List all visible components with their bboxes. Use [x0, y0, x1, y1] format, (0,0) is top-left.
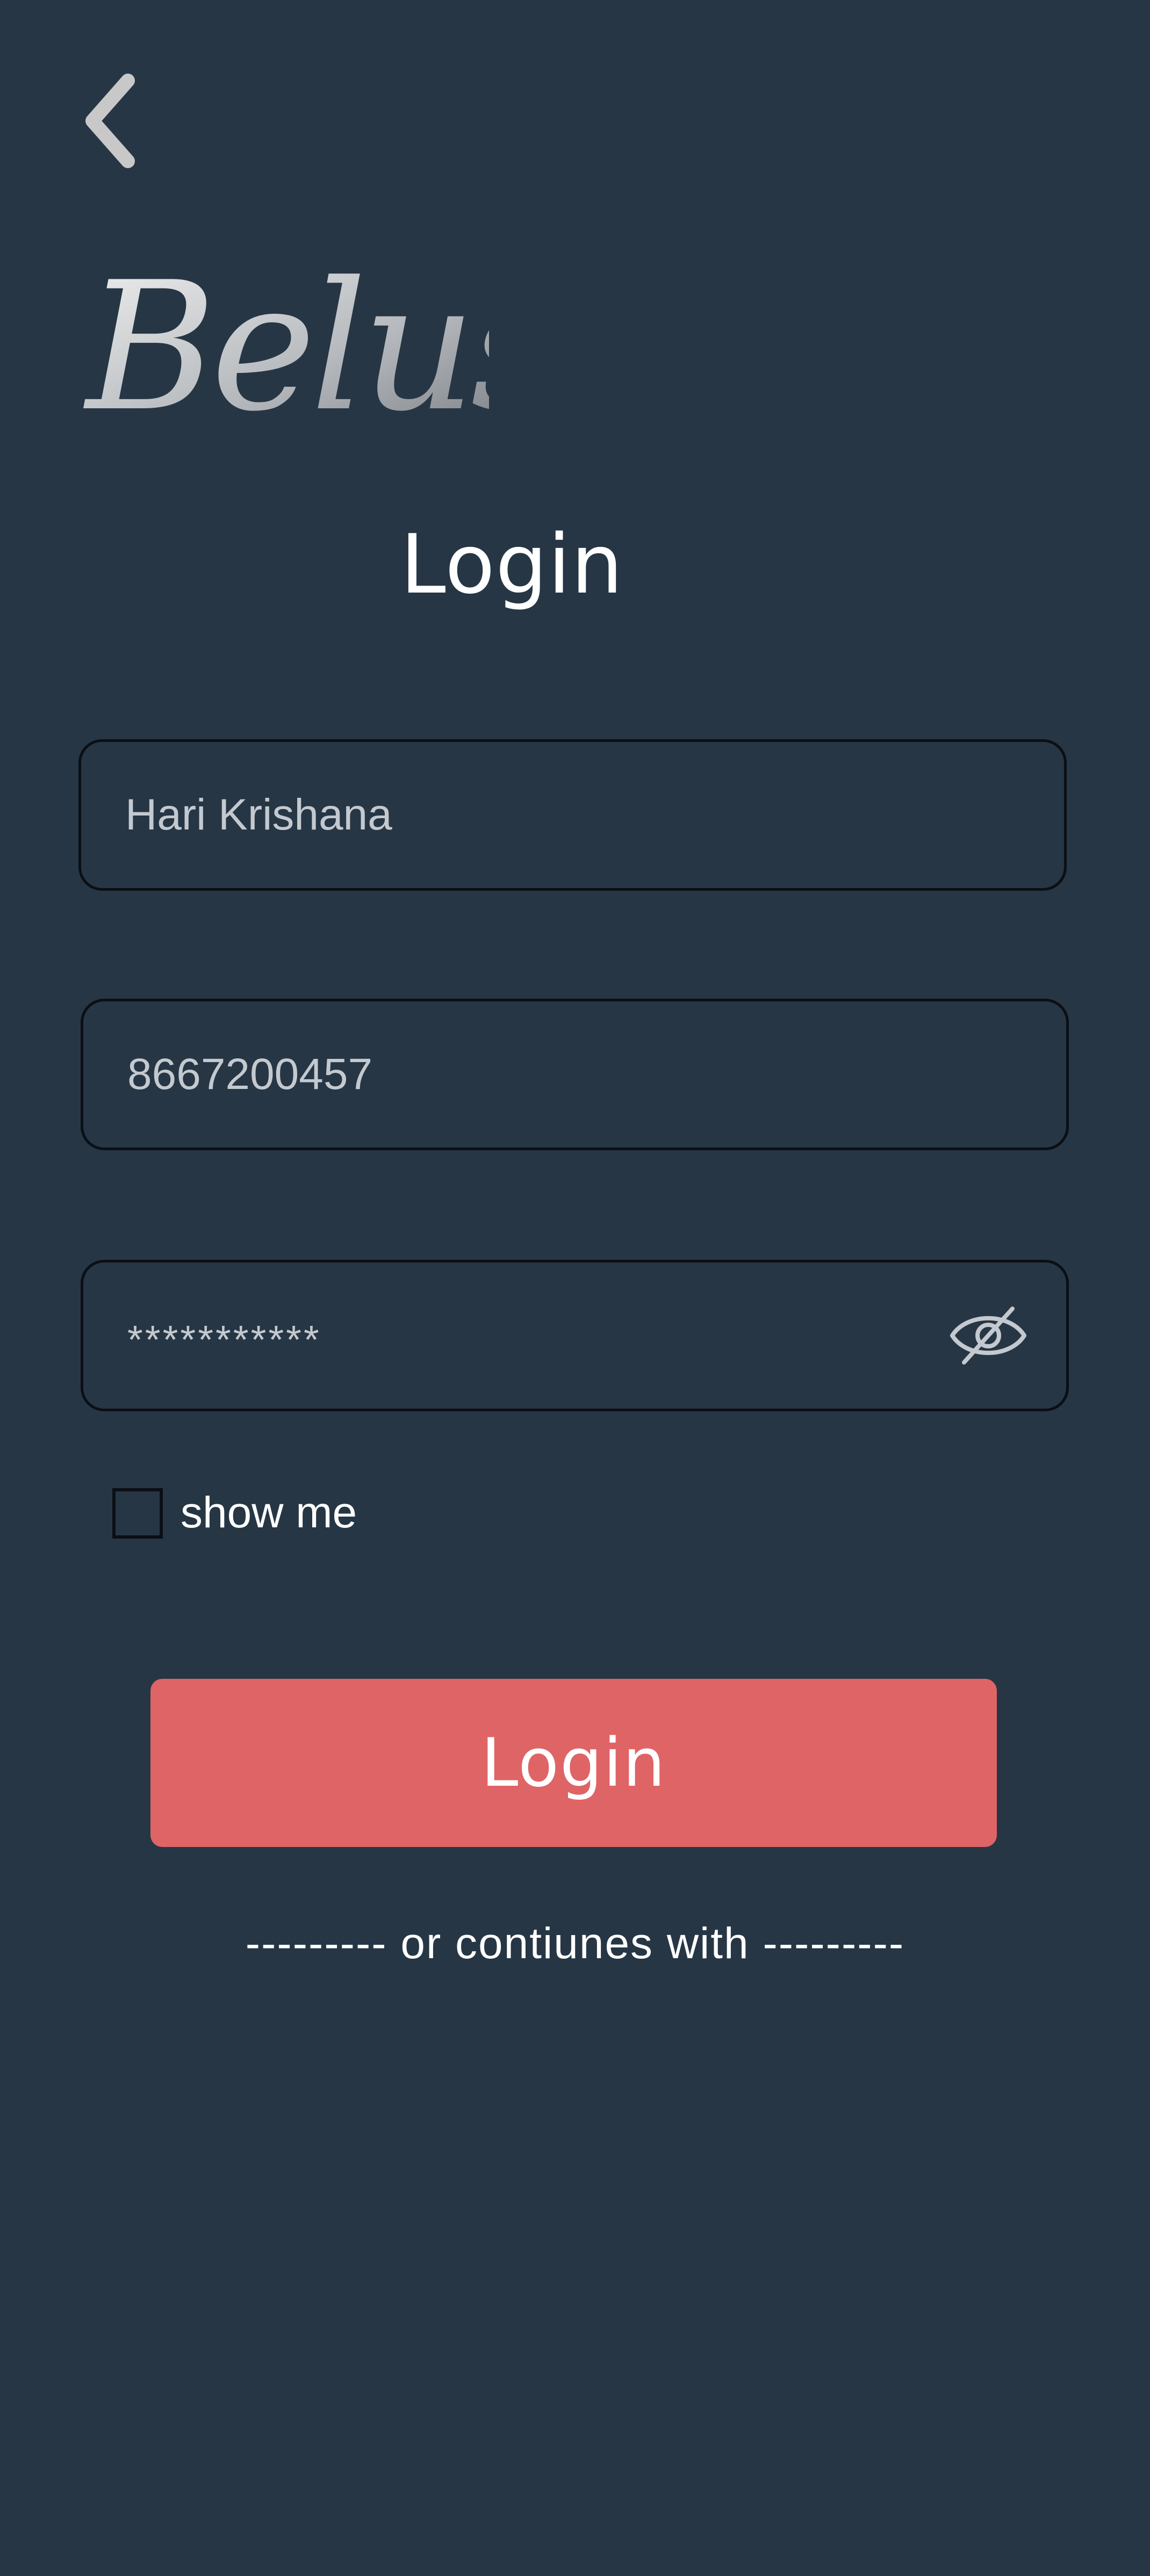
phone-field[interactable]: 8667200457: [81, 999, 1069, 1150]
brand-logo-wordmark: Belus: [83, 244, 489, 441]
name-field-value: Hari Krishana: [125, 790, 392, 839]
eye-off-icon: [950, 1307, 1026, 1365]
login-button[interactable]: Login: [150, 1679, 997, 1847]
chevron-left-icon: [85, 74, 135, 168]
show-me-label: show me: [181, 1488, 357, 1537]
password-visibility-toggle[interactable]: [948, 1306, 1029, 1365]
back-button[interactable]: [75, 70, 150, 172]
login-screen: { "header": { "back_icon": "chevron-left…: [0, 0, 1150, 2576]
brand-logo-text: Belus: [83, 244, 489, 441]
name-field[interactable]: Hari Krishana: [78, 739, 1067, 891]
password-field-value: ***********: [127, 1317, 321, 1362]
alternative-login-divider: --------- or contiunes with ---------: [245, 1919, 905, 1968]
password-field[interactable]: ***********: [81, 1260, 1069, 1411]
brand-logo: Belus: [81, 236, 489, 441]
show-me-checkbox[interactable]: [112, 1488, 163, 1539]
phone-field-value: 8667200457: [127, 1050, 373, 1099]
page-title: Login: [400, 517, 624, 612]
